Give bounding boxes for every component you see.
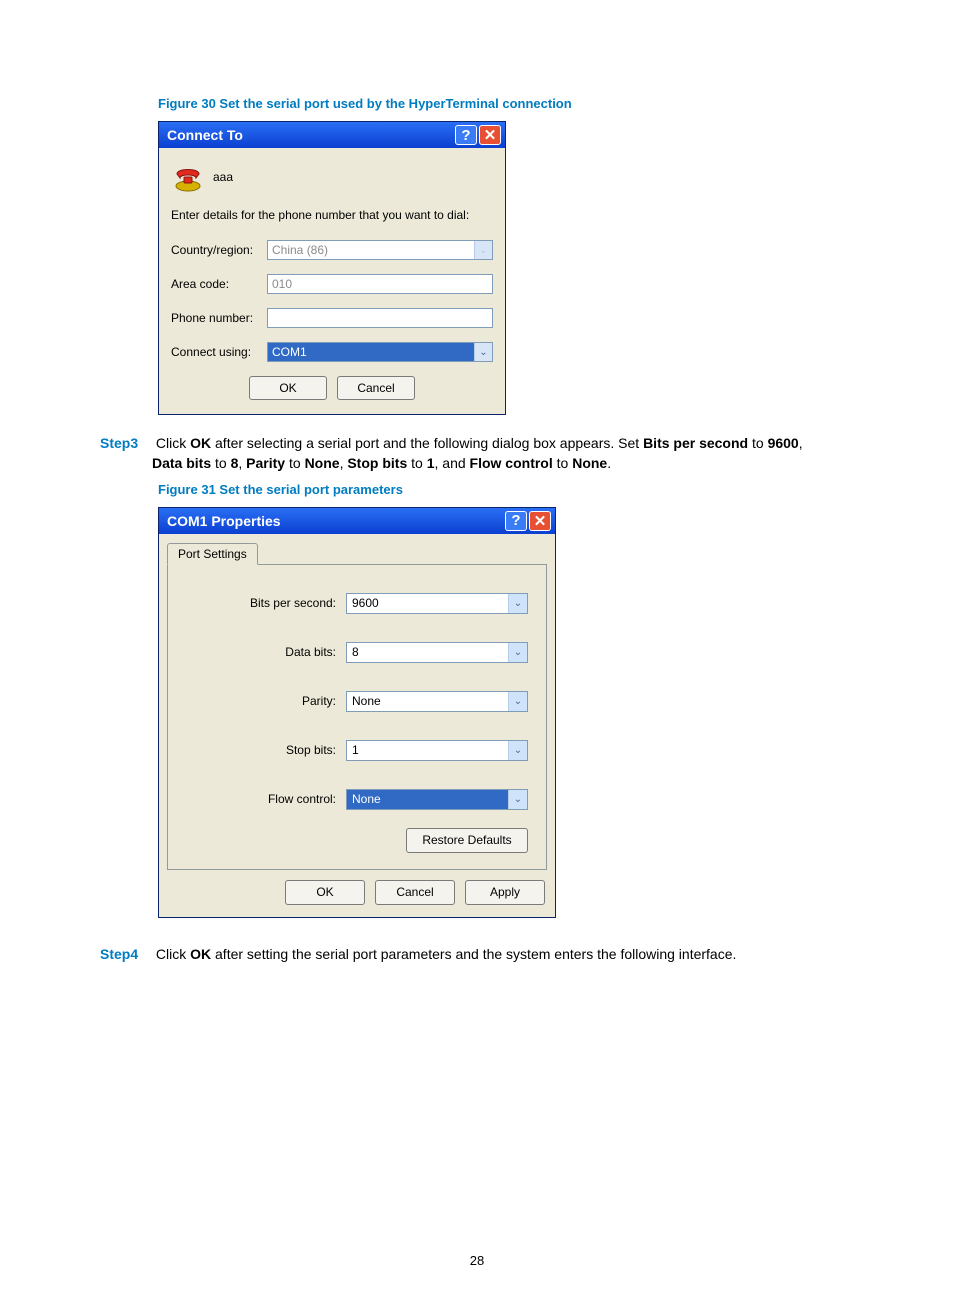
page-number: 28 <box>0 1253 954 1268</box>
connect-to-dialog: Connect To ? ✕ aaa Enter details for the… <box>158 121 506 415</box>
tab-panel: Bits per second: 9600 ⌄ Data bits: 8 ⌄ P… <box>167 564 547 870</box>
step-label: Step3 <box>100 433 152 453</box>
stopbits-value: 1 <box>347 741 508 760</box>
parity-value: None <box>347 692 508 711</box>
phone-number-input[interactable] <box>267 308 493 328</box>
databits-combo[interactable]: 8 ⌄ <box>346 642 528 663</box>
phone-number-label: Phone number: <box>171 311 267 325</box>
area-code-input <box>267 274 493 294</box>
databits-value: 8 <box>347 643 508 662</box>
parity-label: Parity: <box>186 694 346 708</box>
tab-port-settings[interactable]: Port Settings <box>167 543 258 565</box>
titlebar: COM1 Properties ? ✕ <box>159 508 555 534</box>
cancel-button[interactable]: Cancel <box>337 376 415 400</box>
parity-combo[interactable]: None ⌄ <box>346 691 528 712</box>
bps-combo[interactable]: 9600 ⌄ <box>346 593 528 614</box>
flowcontrol-combo[interactable]: None ⌄ <box>346 789 528 810</box>
close-button[interactable]: ✕ <box>529 511 551 531</box>
country-label: Country/region: <box>171 243 267 257</box>
step4-text: Step4 Click OK after setting the serial … <box>100 944 854 964</box>
country-value: China (86) <box>268 241 474 259</box>
apply-button[interactable]: Apply <box>465 880 545 905</box>
com1-properties-dialog: COM1 Properties ? ✕ Port Settings Bits p… <box>158 507 556 918</box>
country-combo: China (86) ⌄ <box>267 240 493 260</box>
flowcontrol-label: Flow control: <box>186 792 346 806</box>
connect-using-label: Connect using: <box>171 345 267 359</box>
chevron-down-icon[interactable]: ⌄ <box>508 643 527 662</box>
connect-using-combo[interactable]: COM1 ⌄ <box>267 342 493 362</box>
stopbits-label: Stop bits: <box>186 743 346 757</box>
phone-icon <box>171 162 205 192</box>
figure30-caption: Figure 30 Set the serial port used by th… <box>158 96 854 111</box>
help-button[interactable]: ? <box>455 125 477 145</box>
step-label: Step4 <box>100 944 152 964</box>
dialog-prompt: Enter details for the phone number that … <box>171 208 493 222</box>
titlebar: Connect To ? ✕ <box>159 122 505 148</box>
step3-text: Step3 Click OK after selecting a serial … <box>100 433 854 474</box>
area-code-label: Area code: <box>171 277 267 291</box>
dialog-title: Connect To <box>167 127 453 143</box>
stopbits-combo[interactable]: 1 ⌄ <box>346 740 528 761</box>
chevron-down-icon[interactable]: ⌄ <box>508 594 527 613</box>
ok-button[interactable]: OK <box>285 880 365 905</box>
chevron-down-icon[interactable]: ⌄ <box>508 790 527 809</box>
dialog-title: COM1 Properties <box>167 513 503 529</box>
help-button[interactable]: ? <box>505 511 527 531</box>
connect-using-value: COM1 <box>268 343 474 361</box>
restore-defaults-button[interactable]: Restore Defaults <box>406 828 528 853</box>
cancel-button[interactable]: Cancel <box>375 880 455 905</box>
close-button[interactable]: ✕ <box>479 125 501 145</box>
ok-button[interactable]: OK <box>249 376 327 400</box>
flowcontrol-value: None <box>347 790 508 809</box>
chevron-down-icon[interactable]: ⌄ <box>508 741 527 760</box>
connection-name: aaa <box>213 170 233 184</box>
bps-value: 9600 <box>347 594 508 613</box>
figure31-caption: Figure 31 Set the serial port parameters <box>158 482 854 497</box>
bps-label: Bits per second: <box>186 596 346 610</box>
chevron-down-icon[interactable]: ⌄ <box>508 692 527 711</box>
databits-label: Data bits: <box>186 645 346 659</box>
chevron-down-icon[interactable]: ⌄ <box>474 343 492 361</box>
chevron-down-icon: ⌄ <box>474 241 492 259</box>
